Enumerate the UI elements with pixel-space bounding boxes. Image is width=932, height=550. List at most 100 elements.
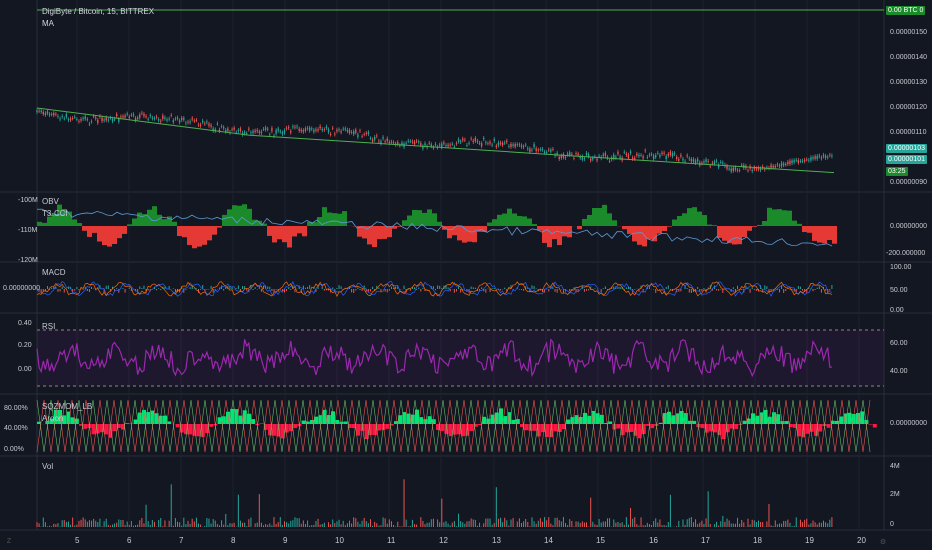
candle-body — [168, 118, 170, 120]
obv-bar — [797, 223, 802, 226]
candle-body — [713, 161, 716, 164]
candle-body — [751, 170, 753, 172]
candle-body — [814, 156, 816, 159]
candle-body — [619, 156, 621, 159]
obv-bar — [662, 226, 667, 232]
timezone-icon[interactable]: Z — [4, 538, 14, 548]
rsi-right-tick: 60.00 — [890, 340, 908, 347]
candle-body — [504, 142, 506, 144]
candle-body — [615, 156, 617, 158]
candle-body — [539, 149, 542, 151]
candle-body — [778, 165, 781, 167]
candle-body — [147, 119, 149, 120]
candle-body — [692, 159, 695, 162]
candle-body — [210, 125, 212, 127]
obv-bar — [762, 221, 767, 226]
sqz-bar — [385, 424, 390, 429]
obv-bar — [807, 226, 812, 233]
candle-body — [130, 114, 133, 116]
obv-bar — [292, 226, 297, 237]
obv-bar — [72, 219, 77, 226]
candle-body — [827, 156, 829, 158]
candle-body — [376, 135, 378, 137]
obv-bar — [187, 226, 192, 245]
sqz-bar — [553, 424, 558, 432]
candle-body — [204, 123, 206, 125]
obv-bar — [477, 226, 482, 232]
sqz-bar — [448, 424, 453, 437]
obv-bar — [47, 216, 52, 226]
candle-body — [808, 159, 810, 161]
candle-body — [583, 158, 586, 160]
obv-bar — [82, 226, 87, 231]
obv-ytick: -120M — [18, 257, 38, 264]
sqz-bar — [83, 424, 88, 429]
obv-bar — [717, 226, 722, 238]
obv-bar — [217, 226, 222, 228]
sqz-bar — [91, 424, 96, 435]
candle-body — [325, 126, 328, 129]
candle-body — [187, 121, 189, 123]
sqz-bar — [427, 416, 432, 424]
candle-body — [489, 141, 491, 144]
obv-bar — [112, 226, 117, 244]
obv-bar — [277, 226, 282, 240]
candle-body — [193, 120, 196, 122]
candle-body — [181, 117, 183, 120]
obv-bar — [527, 218, 532, 226]
macd-right-tick: 50.00 — [890, 287, 908, 294]
candle-body — [365, 132, 367, 134]
x-tick-label: 16 — [649, 536, 658, 545]
candle-body — [118, 118, 120, 122]
candle-body — [216, 123, 219, 125]
candle-body — [548, 149, 550, 151]
obv-bar — [612, 220, 617, 226]
candle-body — [317, 129, 319, 131]
candle-body — [363, 134, 365, 136]
t3cci-label: T3-CCI — [42, 209, 68, 218]
obv-bar — [387, 226, 392, 238]
x-tick-label: 13 — [492, 536, 501, 545]
candle-body — [84, 116, 86, 119]
candle-body — [738, 170, 741, 172]
sqz-bar — [70, 417, 75, 424]
obv-bar — [592, 207, 597, 226]
candle-body — [457, 139, 460, 142]
x-tick-label: 11 — [387, 536, 396, 545]
settings-icon[interactable]: ⚙ — [878, 538, 888, 548]
candle-body — [296, 126, 298, 128]
candle-body — [516, 144, 518, 146]
candle-body — [239, 128, 242, 131]
sqz-bar — [251, 419, 256, 424]
candle-body — [86, 119, 89, 121]
candle-body — [302, 130, 305, 132]
sqz-ytick: 40.00% — [4, 425, 28, 432]
vol-right-tick: 4M — [890, 463, 900, 470]
sqz-bar — [734, 424, 739, 429]
candle-body — [577, 153, 579, 156]
candle-body — [816, 156, 818, 159]
obv-bar — [567, 226, 572, 238]
time-tag: 03:25 — [886, 167, 908, 176]
candle-body — [445, 145, 447, 146]
candle-body — [183, 117, 185, 120]
candle-body — [199, 124, 202, 126]
candle-body — [575, 153, 577, 155]
obv-bar — [232, 205, 237, 226]
candle-body — [795, 159, 797, 161]
candle-body — [206, 121, 208, 123]
sqz-bar — [175, 424, 180, 428]
candle-body — [420, 143, 422, 146]
obv-bar — [447, 226, 452, 239]
obv-bar — [182, 226, 187, 238]
obv-bar — [487, 222, 492, 226]
obv-bar — [597, 207, 602, 226]
candle-body — [514, 144, 516, 147]
candle-body — [438, 144, 441, 146]
sqz-bar — [692, 420, 697, 424]
candle-body — [655, 155, 657, 158]
obv-bar — [697, 211, 702, 226]
candle-body — [741, 164, 743, 166]
candle-body — [474, 138, 477, 141]
sqz-bar — [335, 420, 340, 424]
